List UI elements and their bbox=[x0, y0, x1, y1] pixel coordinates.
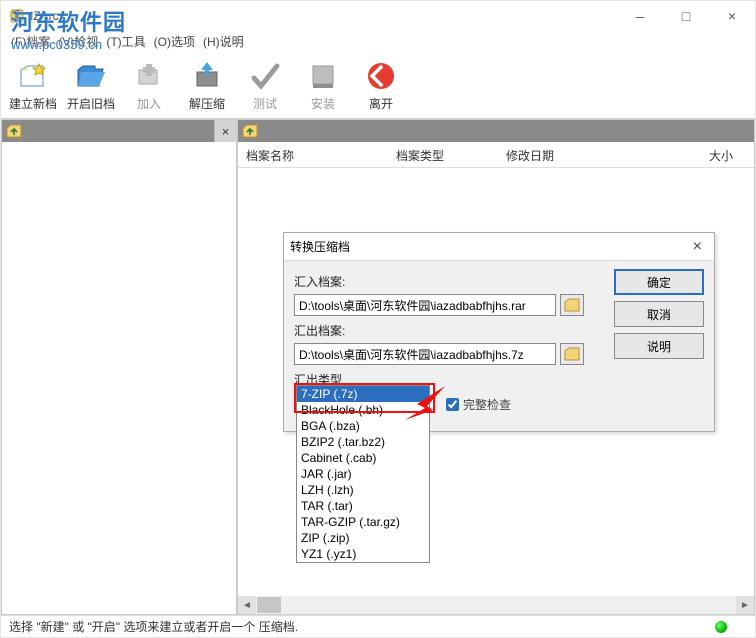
close-button[interactable]: × bbox=[709, 1, 755, 31]
add-icon bbox=[132, 59, 166, 93]
toolbar-install-label: 安装 bbox=[311, 95, 335, 112]
dropdown-option[interactable]: TAR (.tar) bbox=[297, 498, 429, 514]
toolbar-new[interactable]: 建立新档 bbox=[7, 59, 59, 112]
status-text: 选择 "新建" 或 "开启" 选项来建立或者开启一个 压缩档. bbox=[9, 618, 298, 635]
toolbar-exit-label: 离开 bbox=[369, 95, 393, 112]
dialog-titlebar[interactable]: 转换压缩档 × bbox=[284, 233, 714, 261]
scroll-left[interactable]: ◄ bbox=[238, 596, 256, 614]
dropdown-option[interactable]: 7-ZIP (.7z) bbox=[297, 386, 429, 402]
col-name[interactable]: 档案名称 bbox=[238, 142, 388, 167]
extract-icon bbox=[190, 59, 224, 93]
toolbar-test: 测试 bbox=[239, 59, 291, 112]
folder-up-icon[interactable] bbox=[6, 124, 22, 138]
integrity-checkbox[interactable] bbox=[446, 398, 459, 411]
cancel-button[interactable]: 取消 bbox=[614, 301, 704, 327]
integrity-check-label: 完整检查 bbox=[463, 396, 511, 413]
export-input[interactable] bbox=[294, 343, 556, 365]
menu-help[interactable]: (H)说明 bbox=[201, 32, 246, 51]
menu-file[interactable]: (F)档案 bbox=[9, 32, 52, 51]
horizontal-scrollbar[interactable]: ◄ ► bbox=[238, 596, 754, 614]
toolbar-exit[interactable]: 离开 bbox=[355, 59, 407, 112]
dropdown-option[interactable]: YZ1 (.yz1) bbox=[297, 546, 429, 562]
tree-pane: × bbox=[1, 119, 237, 615]
titlebar: IZArc – □ × bbox=[1, 1, 755, 31]
toolbar-add: 加入 bbox=[123, 59, 175, 112]
dropdown-option[interactable]: BlackHole (.bh) bbox=[297, 402, 429, 418]
dropdown-option[interactable]: Cabinet (.cab) bbox=[297, 450, 429, 466]
toolbar-install: 安装 bbox=[297, 59, 349, 112]
toolbar-add-label: 加入 bbox=[137, 95, 161, 112]
dropdown-option[interactable]: ZIP (.zip) bbox=[297, 530, 429, 546]
toolbar-new-label: 建立新档 bbox=[9, 95, 57, 112]
tree-pane-close[interactable]: × bbox=[214, 120, 236, 142]
dropdown-option[interactable]: JAR (.jar) bbox=[297, 466, 429, 482]
open-icon bbox=[74, 59, 108, 93]
folder-up-icon[interactable] bbox=[242, 124, 258, 138]
browse-export-button[interactable] bbox=[560, 343, 584, 365]
type-dropdown-list[interactable]: 7-ZIP (.7z) BlackHole (.bh) BGA (.bza) B… bbox=[296, 385, 430, 563]
dropdown-option[interactable]: BZIP2 (.tar.bz2) bbox=[297, 434, 429, 450]
install-icon bbox=[306, 59, 340, 93]
dialog-close-button[interactable]: × bbox=[687, 238, 708, 256]
import-label: 汇入档案: bbox=[294, 273, 584, 290]
dropdown-option[interactable]: TAR-GZIP (.tar.gz) bbox=[297, 514, 429, 530]
minimize-button[interactable]: – bbox=[617, 1, 663, 31]
exit-icon bbox=[364, 59, 398, 93]
col-size[interactable]: 大小 bbox=[678, 142, 754, 167]
window-title: IZArc bbox=[30, 9, 617, 23]
status-indicator-icon bbox=[715, 621, 727, 633]
toolbar-extract[interactable]: 解压缩 bbox=[181, 59, 233, 112]
test-icon bbox=[248, 59, 282, 93]
col-type[interactable]: 档案类型 bbox=[388, 142, 498, 167]
col-date[interactable]: 修改日期 bbox=[498, 142, 678, 167]
toolbar-open-label: 开启旧档 bbox=[67, 95, 115, 112]
help-button[interactable]: 说明 bbox=[614, 333, 704, 359]
ok-button[interactable]: 确定 bbox=[614, 269, 704, 295]
scroll-thumb[interactable] bbox=[257, 597, 281, 613]
browse-import-button[interactable] bbox=[560, 294, 584, 316]
dropdown-option[interactable]: BGA (.bza) bbox=[297, 418, 429, 434]
app-icon bbox=[9, 8, 25, 24]
file-pane-header bbox=[238, 120, 754, 142]
maximize-button[interactable]: □ bbox=[663, 1, 709, 31]
dropdown-option[interactable]: LZH (.lzh) bbox=[297, 482, 429, 498]
dialog-title: 转换压缩档 bbox=[290, 238, 350, 255]
tree-pane-header: × bbox=[2, 120, 236, 142]
new-icon bbox=[16, 59, 50, 93]
toolbar-open[interactable]: 开启旧档 bbox=[65, 59, 117, 112]
menubar: (F)档案 (V)检视 (T)工具 (O)选项 (H)说明 bbox=[1, 31, 755, 51]
menu-view[interactable]: (V)检视 bbox=[56, 32, 100, 51]
scroll-right[interactable]: ► bbox=[736, 596, 754, 614]
toolbar-extract-label: 解压缩 bbox=[189, 95, 225, 112]
export-label: 汇出档案: bbox=[294, 322, 584, 339]
integrity-check[interactable]: 完整检查 bbox=[446, 396, 511, 413]
menu-tool[interactable]: (T)工具 bbox=[104, 32, 147, 51]
toolbar-test-label: 测试 bbox=[253, 95, 277, 112]
import-input[interactable] bbox=[294, 294, 556, 316]
column-headers[interactable]: 档案名称 档案类型 修改日期 大小 bbox=[238, 142, 754, 168]
menu-option[interactable]: (O)选项 bbox=[152, 32, 197, 51]
statusbar: 选择 "新建" 或 "开启" 选项来建立或者开启一个 压缩档. bbox=[1, 615, 755, 637]
toolbar: 建立新档 开启旧档 加入 解压缩 测试 安装 离开 bbox=[1, 51, 755, 119]
